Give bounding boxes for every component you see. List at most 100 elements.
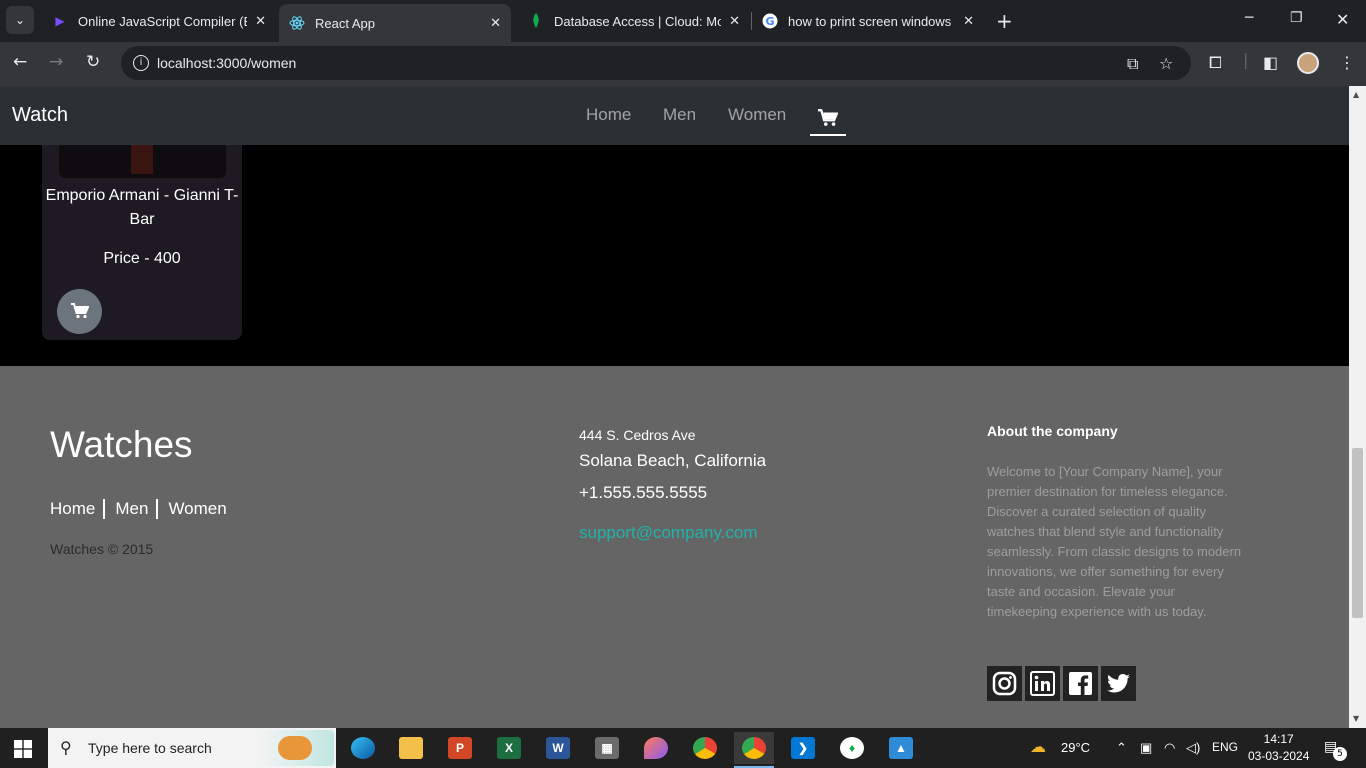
footer-about-heading: About the company: [987, 423, 1118, 439]
linkedin-icon[interactable]: [1025, 666, 1060, 701]
product-name: Emporio Armani - Gianni T-Bar: [45, 187, 239, 228]
product-price: Price - 400: [103, 250, 181, 267]
close-tab-icon[interactable]: ✕: [729, 13, 740, 29]
footer-link-men[interactable]: Men: [115, 499, 159, 519]
tab-react-app[interactable]: React App ✕: [279, 4, 511, 42]
cart-icon: [818, 109, 839, 126]
page-scrollbar[interactable]: ▲ ▼: [1349, 86, 1366, 728]
more-menu-icon[interactable]: ⋮: [1339, 53, 1355, 72]
nav-cart-link[interactable]: [810, 102, 846, 136]
app-navbar: Watch Home Men Women: [0, 86, 1349, 145]
site-footer: Watches Home Men Women Watches © 2015 44…: [0, 366, 1349, 728]
notification-count-badge: 5: [1333, 747, 1347, 761]
footer-about-text: Welcome to [Your Company Name], your pre…: [987, 464, 1242, 619]
powerpoint-icon[interactable]: P: [440, 732, 480, 764]
minimize-icon[interactable]: ─: [1245, 10, 1253, 26]
add-to-cart-button[interactable]: [57, 289, 102, 334]
footer-email-link[interactable]: support@company.com: [579, 523, 758, 543]
search-highlight-illustration: [260, 730, 334, 766]
new-tab-button[interactable]: +: [996, 9, 1013, 33]
footer-address-line2: Solana Beach, California: [579, 451, 767, 470]
product-image: [59, 144, 226, 178]
footer-link-women[interactable]: Women: [168, 499, 234, 519]
mongodb-favicon: [528, 13, 544, 29]
react-favicon: [289, 15, 305, 31]
scrollbar-thumb[interactable]: [1352, 448, 1363, 618]
photos-icon[interactable]: ▲: [881, 732, 921, 764]
search-icon: ⚲: [60, 738, 72, 757]
windows-taskbar: ⚲ Type here to search P X W ▦ ❯ ♦ ▲ ☁ 29…: [0, 728, 1366, 768]
install-app-icon[interactable]: ⧉: [1127, 54, 1138, 74]
restore-icon[interactable]: ❐: [1290, 10, 1303, 26]
file-explorer-icon[interactable]: [391, 732, 431, 764]
bookmark-star-icon[interactable]: ☆: [1159, 54, 1173, 73]
windows-start-icon[interactable]: [14, 740, 32, 762]
scroll-down-arrow-icon[interactable]: ▼: [1353, 714, 1359, 723]
tab-title: how to print screen windows 10: [788, 13, 956, 29]
tab-online-js-compiler[interactable]: ▶ Online JavaScript Compiler (Edit ✕: [42, 4, 276, 38]
extensions-puzzle-icon[interactable]: ⧠: [1209, 53, 1222, 73]
instagram-icon[interactable]: [987, 666, 1022, 701]
watch-strap-graphic: [131, 144, 153, 174]
reload-icon[interactable]: ↻: [86, 52, 100, 72]
weather-temp[interactable]: 29°C: [1061, 740, 1090, 755]
url-text[interactable]: localhost:3000/women: [157, 55, 296, 71]
tab-title: Online JavaScript Compiler (Edit: [78, 13, 248, 29]
google-favicon: G: [762, 13, 778, 29]
chrome-profile-icon[interactable]: [734, 732, 774, 768]
word-icon[interactable]: W: [538, 732, 578, 764]
footer-phone: +1.555.555.5555: [579, 483, 708, 502]
footer-link-home[interactable]: Home: [50, 499, 106, 519]
wifi-icon[interactable]: ◠: [1164, 740, 1175, 756]
mongodb-compass-icon[interactable]: ♦: [832, 732, 872, 764]
navbar-brand[interactable]: Watch: [12, 104, 68, 127]
address-bar[interactable]: i localhost:3000/women ⧉ ☆: [121, 46, 1191, 80]
twitter-icon[interactable]: [1101, 666, 1136, 701]
close-tab-icon[interactable]: ✕: [963, 13, 974, 29]
close-tab-icon[interactable]: ✕: [255, 13, 266, 29]
calculator-icon[interactable]: ▦: [587, 732, 627, 764]
language-indicator[interactable]: ENG: [1212, 740, 1238, 754]
vscode-icon[interactable]: ❯: [783, 732, 823, 764]
code-favicon: ▶: [55, 14, 65, 28]
taskbar-search-box[interactable]: ⚲ Type here to search: [48, 728, 336, 768]
system-clock[interactable]: 14:17 03-03-2024: [1248, 731, 1309, 765]
site-info-icon[interactable]: i: [133, 55, 149, 71]
clock-time: 14:17: [1263, 732, 1294, 746]
meet-now-icon[interactable]: ▣: [1140, 740, 1152, 756]
weather-icon[interactable]: ☁: [1030, 737, 1046, 757]
browser-tab-strip: ⌄ ▶ Online JavaScript Compiler (Edit ✕ R…: [0, 0, 1366, 42]
nav-link-women[interactable]: Women: [728, 105, 786, 125]
search-placeholder: Type here to search: [88, 740, 212, 756]
notification-center-icon[interactable]: ▤ 5: [1324, 739, 1347, 761]
facebook-icon[interactable]: [1063, 666, 1098, 701]
nav-link-home[interactable]: Home: [586, 105, 631, 125]
cart-icon: [70, 303, 89, 319]
close-window-icon[interactable]: ✕: [1336, 10, 1349, 29]
page-viewport: Emporio Armani - Gianni T-Bar Price - 40…: [0, 86, 1349, 728]
profile-avatar[interactable]: [1297, 52, 1319, 74]
tab-google-search[interactable]: G how to print screen windows 10 ✕: [752, 4, 984, 38]
chrome-icon[interactable]: [685, 732, 725, 764]
footer-copyright: Watches © 2015: [50, 541, 154, 557]
edge-app-icon[interactable]: [343, 732, 383, 764]
footer-address-line1: 444 S. Cedros Ave: [579, 427, 696, 443]
footer-links: Home Men Women: [50, 499, 245, 519]
side-panel-icon[interactable]: ◧: [1263, 53, 1278, 72]
toolbar-divider: |: [1243, 50, 1249, 69]
paint-icon[interactable]: [636, 732, 676, 764]
browser-toolbar: ← → ↻ i localhost:3000/women ⧉ ☆ ⧠ | ◧ ⋮: [0, 42, 1366, 86]
forward-arrow-icon[interactable]: →: [49, 52, 63, 72]
tray-chevron-up-icon[interactable]: ⌃: [1116, 740, 1127, 756]
back-arrow-icon[interactable]: ←: [13, 52, 27, 72]
nav-link-men[interactable]: Men: [663, 105, 696, 125]
scroll-up-arrow-icon[interactable]: ▲: [1353, 90, 1359, 99]
volume-icon[interactable]: ◁): [1186, 740, 1200, 756]
svg-text:G: G: [765, 15, 774, 28]
footer-title: Watches: [50, 424, 193, 465]
tab-title: React App: [315, 15, 375, 31]
tab-mongodb[interactable]: Database Access | Cloud: Mongo ✕: [518, 4, 750, 38]
close-tab-icon[interactable]: ✕: [490, 15, 501, 31]
tab-search-button[interactable]: ⌄: [6, 6, 34, 34]
excel-icon[interactable]: X: [489, 732, 529, 764]
